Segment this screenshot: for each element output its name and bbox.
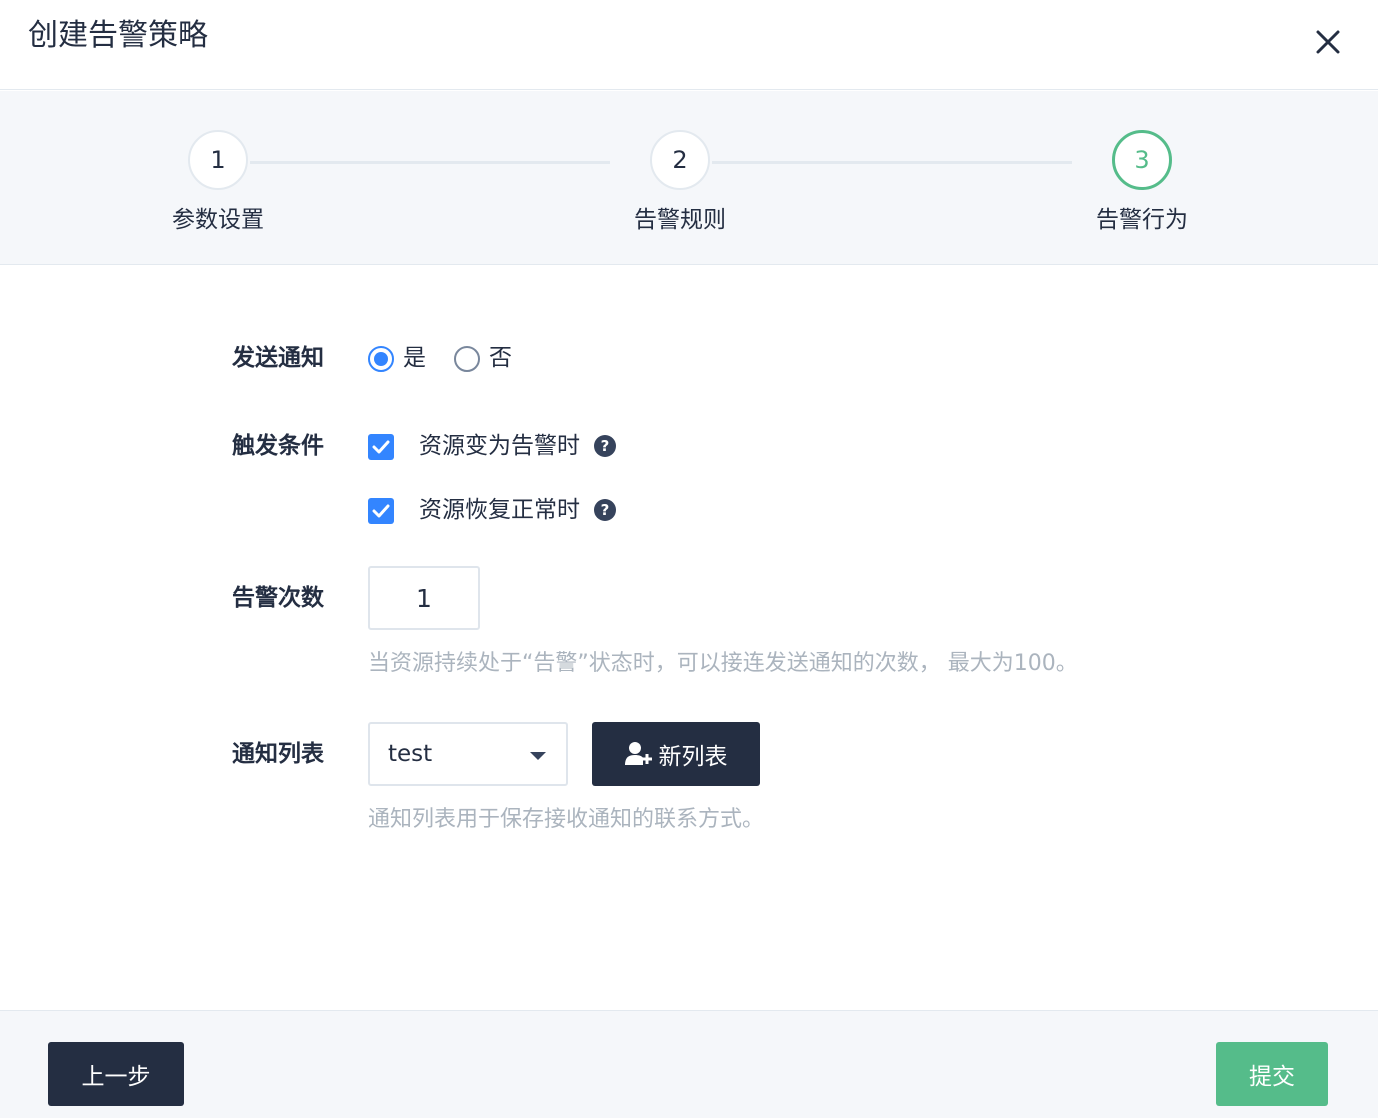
radio-yes[interactable] — [368, 346, 394, 372]
checkbox-resource-recover-label[interactable]: 资源恢复正常时 — [419, 494, 580, 526]
dialog-footer: 上一步 提交 — [0, 1010, 1378, 1118]
alert-count-hint: 当资源持续处于“告警”状态时，可以接连发送通知的次数， 最大为100。 — [368, 651, 1078, 676]
step-1: 1 参数设置 — [123, 130, 313, 236]
step-indicator: 1 参数设置 2 告警规则 3 告警行为 — [0, 91, 1378, 265]
submit-button[interactable]: 提交 — [1216, 1042, 1328, 1106]
close-icon — [1316, 30, 1340, 54]
new-list-label: 新列表 — [658, 744, 728, 770]
notification-list-select[interactable]: test — [368, 722, 568, 786]
help-icon[interactable]: ? — [594, 435, 616, 457]
alert-count-label: 告警次数 — [232, 585, 324, 611]
add-user-icon — [624, 742, 652, 765]
trigger-condition-label: 触发条件 — [232, 433, 324, 459]
checkmark-icon — [372, 440, 390, 454]
step-3-number: 3 — [1112, 130, 1172, 190]
step-2: 2 告警规则 — [585, 130, 775, 236]
step-3: 3 告警行为 — [1047, 130, 1237, 236]
checkbox-resource-alert-label[interactable]: 资源变为告警时 — [419, 430, 580, 462]
checkbox-resource-recover[interactable] — [368, 498, 394, 524]
radio-yes-label[interactable]: 是 — [403, 342, 426, 374]
notification-list-label: 通知列表 — [232, 741, 324, 767]
send-notification-label: 发送通知 — [232, 345, 324, 371]
notification-list-selected: test — [388, 741, 433, 767]
radio-no-label[interactable]: 否 — [489, 342, 512, 374]
radio-no[interactable] — [454, 346, 480, 372]
notification-list-hint: 通知列表用于保存接收通知的联系方式。 — [368, 807, 765, 832]
step-2-label: 告警规则 — [634, 207, 726, 233]
checkbox-resource-alert[interactable] — [368, 434, 394, 460]
previous-step-button[interactable]: 上一步 — [48, 1042, 184, 1106]
new-list-button[interactable]: 新列表 — [592, 722, 760, 786]
help-icon[interactable]: ? — [594, 499, 616, 521]
close-button[interactable] — [1308, 22, 1348, 62]
alert-count-input[interactable] — [368, 566, 480, 630]
step-3-label: 告警行为 — [1096, 207, 1188, 233]
caret-down-icon — [530, 752, 546, 760]
checkmark-icon — [372, 504, 390, 518]
dialog-header: 创建告警策略 — [0, 0, 1378, 90]
step-2-number: 2 — [650, 130, 710, 190]
step-1-label: 参数设置 — [172, 207, 264, 233]
step-1-number: 1 — [188, 130, 248, 190]
dialog-title: 创建告警策略 — [28, 18, 208, 53]
